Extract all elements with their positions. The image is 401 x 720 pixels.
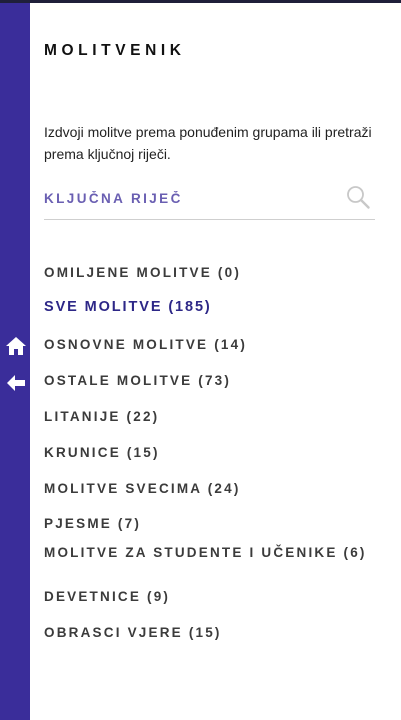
category-item-litanije[interactable]: LITANIJE (22) — [44, 409, 394, 424]
app-title: MOLITVENIK — [44, 42, 186, 59]
intro-text: Izdvoji molitve prema ponuđenim grupama … — [44, 124, 372, 162]
menu-panel: MOLITVENIK Izdvoji molitve prema ponuđen… — [30, 3, 401, 720]
back-button[interactable] — [3, 370, 29, 396]
category-item-ostale[interactable]: OSTALE MOLITVE (73) — [44, 373, 394, 388]
side-rail — [0, 3, 30, 720]
category-item-studenti[interactable]: MOLITVE ZA STUDENTE I UČENIKE (6) — [44, 545, 394, 560]
category-item-obrasci[interactable]: OBRASCI VJERE (15) — [44, 625, 394, 640]
arrow-left-icon — [7, 375, 25, 391]
category-item-osnovne[interactable]: OSNOVNE MOLITVE (14) — [44, 337, 394, 352]
category-item-krunice[interactable]: KRUNICE (15) — [44, 445, 394, 460]
category-item-sve[interactable]: SVE MOLITVE (185) — [44, 300, 394, 315]
home-icon — [6, 337, 26, 355]
keyword-search-input[interactable] — [44, 183, 334, 213]
category-item-svecima[interactable]: MOLITVE SVECIMA (24) — [44, 481, 394, 496]
search-icon[interactable] — [345, 184, 371, 210]
home-button[interactable] — [3, 333, 29, 359]
search-bar — [44, 183, 375, 220]
category-item-omiljene[interactable]: OMILJENE MOLITVE (0) — [44, 265, 394, 280]
category-item-devetnice[interactable]: DEVETNICE (9) — [44, 589, 394, 604]
app-frame: MOLITVENIK Izdvoji molitve prema ponuđen… — [0, 0, 401, 720]
category-item-pjesme[interactable]: PJESME (7) — [44, 516, 394, 531]
